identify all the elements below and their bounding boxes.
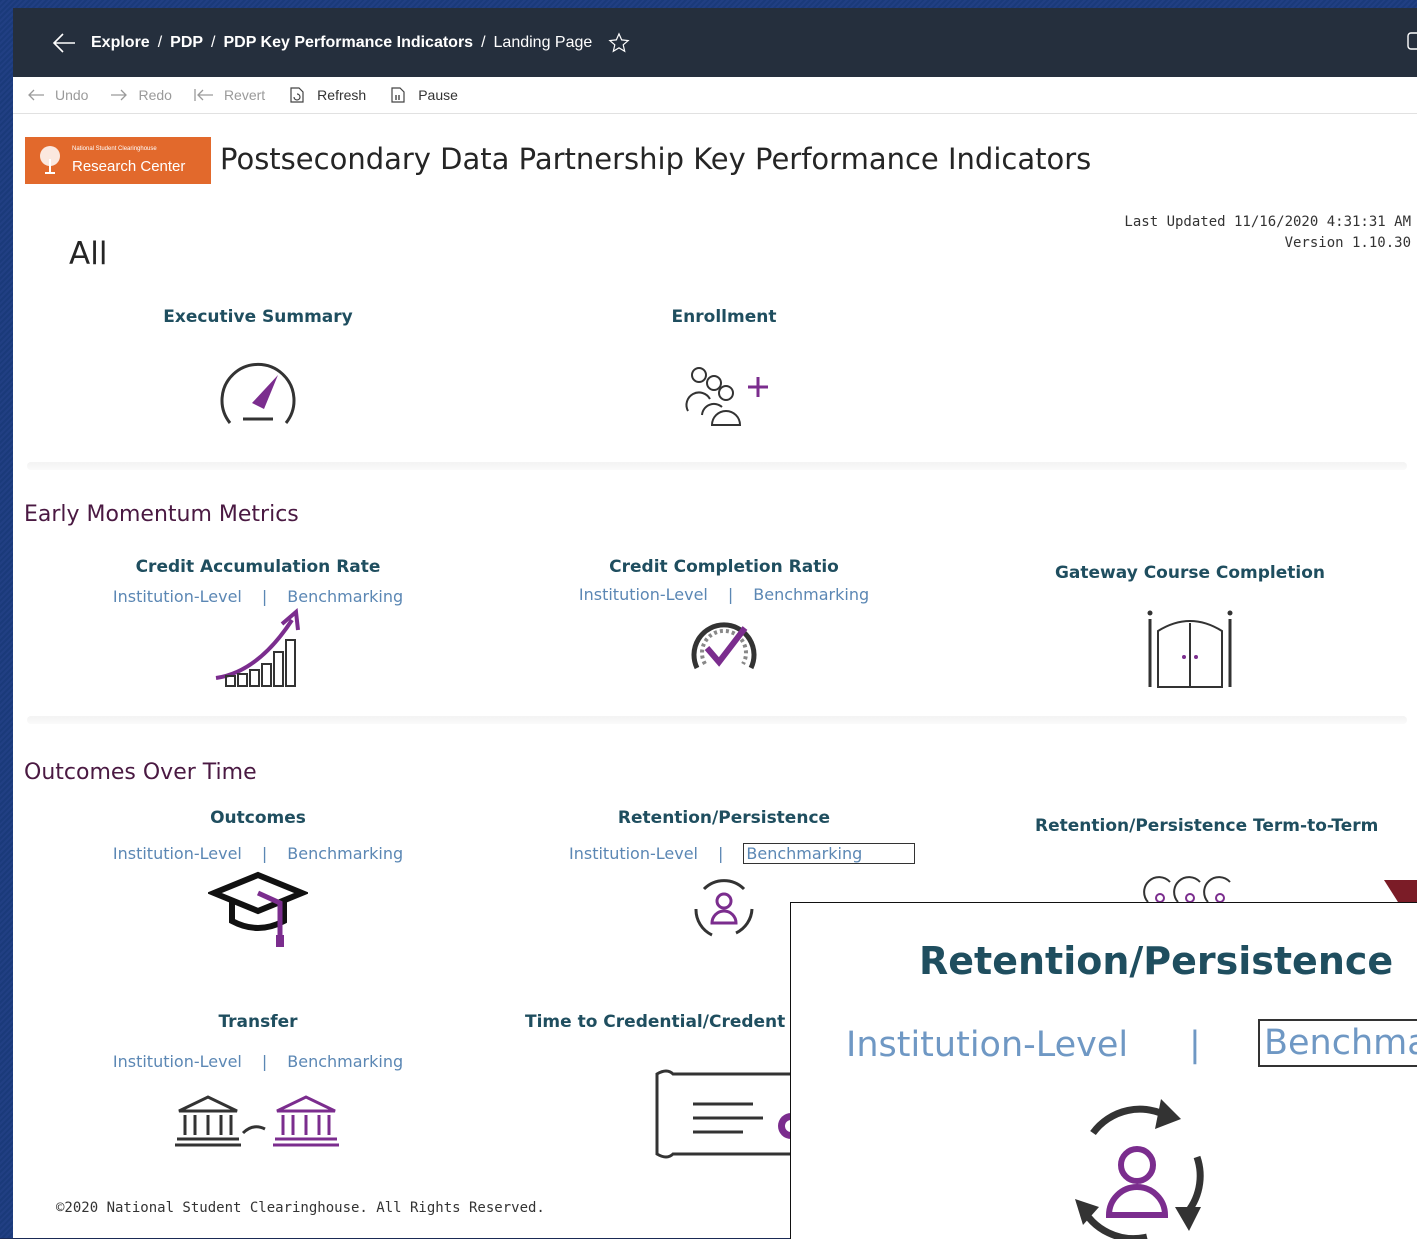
pause-label: Pause — [418, 87, 458, 103]
zoom-institution-level-link[interactable]: Institution-Level — [846, 1025, 1128, 1065]
benchmarking-link[interactable]: Benchmarking — [753, 585, 869, 604]
copyright-footer: ©2020 National Student Clearinghouse. Al… — [56, 1200, 545, 1216]
background-strip-top — [0, 0, 1417, 8]
redo-arrow-icon — [111, 89, 128, 101]
section-divider — [27, 462, 1407, 470]
card-time-to-credential[interactable]: Time to Credential/Credent — [525, 1012, 815, 1164]
term-cycle-icon[interactable] — [1140, 864, 1240, 904]
card-credit-accumulation: Credit Accumulation Rate Institution-Lev… — [103, 557, 413, 692]
benchmarking-link[interactable]: Benchmarking — [287, 844, 403, 863]
growth-chart-icon — [215, 608, 300, 687]
benchmarking-link[interactable]: Benchmarking — [287, 587, 403, 606]
favorite-star-icon[interactable] — [608, 31, 630, 54]
benchmarking-link[interactable]: Benchmarking — [287, 1052, 403, 1071]
institution-level-link[interactable]: Institution-Level — [113, 844, 242, 863]
undo-arrow-icon — [28, 89, 44, 101]
zoom-benchmarking-link[interactable]: Benchmarking — [1258, 1019, 1417, 1067]
revert-icon — [194, 89, 213, 101]
logo-small-text: National Student Clearinghouse — [72, 146, 157, 152]
section-early-momentum-heading: Early Momentum Metrics — [24, 502, 299, 527]
institution-level-link[interactable]: Institution-Level — [113, 587, 242, 606]
refresh-icon — [290, 87, 304, 103]
card-gateway-course[interactable]: Gateway Course Completion — [1035, 563, 1345, 689]
speedometer-icon[interactable] — [208, 357, 308, 437]
breadcrumb-separator: / — [211, 33, 216, 51]
breadcrumb-explore[interactable]: Explore — [91, 34, 150, 52]
checkmark-gauge-icon — [691, 622, 757, 670]
section-divider — [27, 716, 1407, 724]
last-updated: Last Updated 11/16/2020 4:31:31 AM — [1124, 214, 1411, 230]
card-title: Credit Completion Ratio — [609, 557, 839, 577]
card-title: Transfer — [218, 1012, 298, 1032]
card-title[interactable]: Time to Credential/Credent — [525, 1012, 795, 1032]
back-arrow-icon[interactable] — [51, 30, 77, 56]
card-links: Institution-Level | Benchmarking — [103, 587, 413, 606]
section-all-heading: All — [69, 236, 108, 272]
breadcrumb-kpi[interactable]: PDP Key Performance Indicators — [224, 34, 474, 52]
card-title[interactable]: Gateway Course Completion — [1035, 563, 1345, 583]
people-add-icon[interactable] — [664, 353, 784, 433]
refresh-label: Refresh — [317, 87, 367, 103]
institution-level-link[interactable]: Institution-Level — [579, 585, 708, 604]
revert-label: Revert — [223, 87, 266, 103]
nav-bar: Explore / PDP / PDP Key Performance Indi… — [13, 8, 1417, 77]
card-links: Institution-Level | Benchmarking — [103, 844, 413, 863]
undo-label: Undo — [55, 87, 89, 103]
link-separator: | — [727, 585, 734, 604]
breadcrumb-separator: / — [481, 33, 486, 51]
tree-logo-icon — [40, 146, 60, 174]
card-title: Outcomes — [210, 808, 306, 828]
redo-button[interactable]: Redo — [110, 87, 172, 103]
card-enrollment[interactable]: Enrollment — [624, 307, 824, 433]
zoom-inset: Retention/Persistence Institution-Level … — [790, 902, 1417, 1239]
card-title: Retention/Persistence — [617, 808, 831, 828]
card-title: Credit Accumulation Rate — [135, 557, 381, 577]
gateway-door-icon[interactable] — [1140, 609, 1240, 689]
link-separator: | — [261, 844, 268, 863]
link-separator: | — [261, 1052, 268, 1071]
graduation-cap-icon — [208, 871, 308, 947]
card-transfer: Transfer Institution-Level | Benchmarking — [103, 1012, 413, 1147]
pause-button[interactable]: Pause — [388, 85, 458, 105]
pause-icon — [391, 87, 405, 103]
section-outcomes-heading: Outcomes Over Time — [24, 760, 257, 785]
institution-level-link[interactable]: Institution-Level — [569, 844, 698, 863]
link-separator: | — [717, 844, 724, 863]
card-title[interactable]: Retention/Persistence Term-to-Term — [1035, 816, 1378, 836]
refresh-button[interactable]: Refresh — [287, 85, 366, 105]
menu-icon[interactable] — [1407, 32, 1417, 52]
card-credit-completion: Credit Completion Ratio Institution-Leve… — [569, 557, 879, 688]
card-outcomes: Outcomes Institution-Level | Benchmarking — [103, 808, 413, 949]
card-links: Institution-Level | Benchmarking — [103, 1052, 413, 1071]
toolbar: Undo Redo Revert Refresh Pause — [13, 77, 1417, 114]
institution-level-link[interactable]: Institution-Level — [113, 1052, 242, 1071]
breadcrumb-pdp[interactable]: PDP — [170, 34, 203, 52]
zoom-retention-cycle-icon — [1075, 1099, 1204, 1239]
version-number: Version 1.10.30 — [1284, 235, 1411, 251]
nsc-research-center-logo: National Student Clearinghouse Research … — [25, 137, 211, 184]
card-title[interactable]: Executive Summary — [158, 307, 358, 327]
zoom-card-title: Retention/Persistence — [919, 939, 1394, 983]
institution-transfer-icon — [175, 1095, 339, 1147]
card-executive-summary[interactable]: Executive Summary — [158, 307, 358, 437]
background-strip-left — [0, 0, 13, 1238]
link-separator: | — [261, 587, 268, 606]
card-links: Institution-Level | Benchmarking — [569, 585, 879, 604]
retention-cycle-icon — [694, 879, 754, 937]
page-title: Postsecondary Data Partnership Key Perfo… — [220, 142, 1092, 176]
undo-button[interactable]: Undo — [27, 87, 88, 103]
logo-big-text: Research Center — [72, 158, 186, 175]
card-title[interactable]: Enrollment — [624, 307, 824, 327]
benchmarking-link-focused[interactable]: Benchmarking — [743, 843, 916, 864]
card-links: Institution-Level | Benchmarking — [569, 843, 916, 864]
redo-label: Redo — [138, 87, 172, 103]
zoom-link-separator: | — [1189, 1025, 1201, 1065]
card-retention-term-to-term[interactable]: Retention/Persistence Term-to-Term — [1035, 816, 1378, 904]
version-info: Last Updated 11/16/2020 4:31:31 AM Versi… — [1124, 212, 1411, 254]
revert-button[interactable]: Revert — [194, 87, 265, 103]
breadcrumb-landing-page: Landing Page — [493, 33, 593, 51]
breadcrumb-separator: / — [157, 33, 163, 51]
